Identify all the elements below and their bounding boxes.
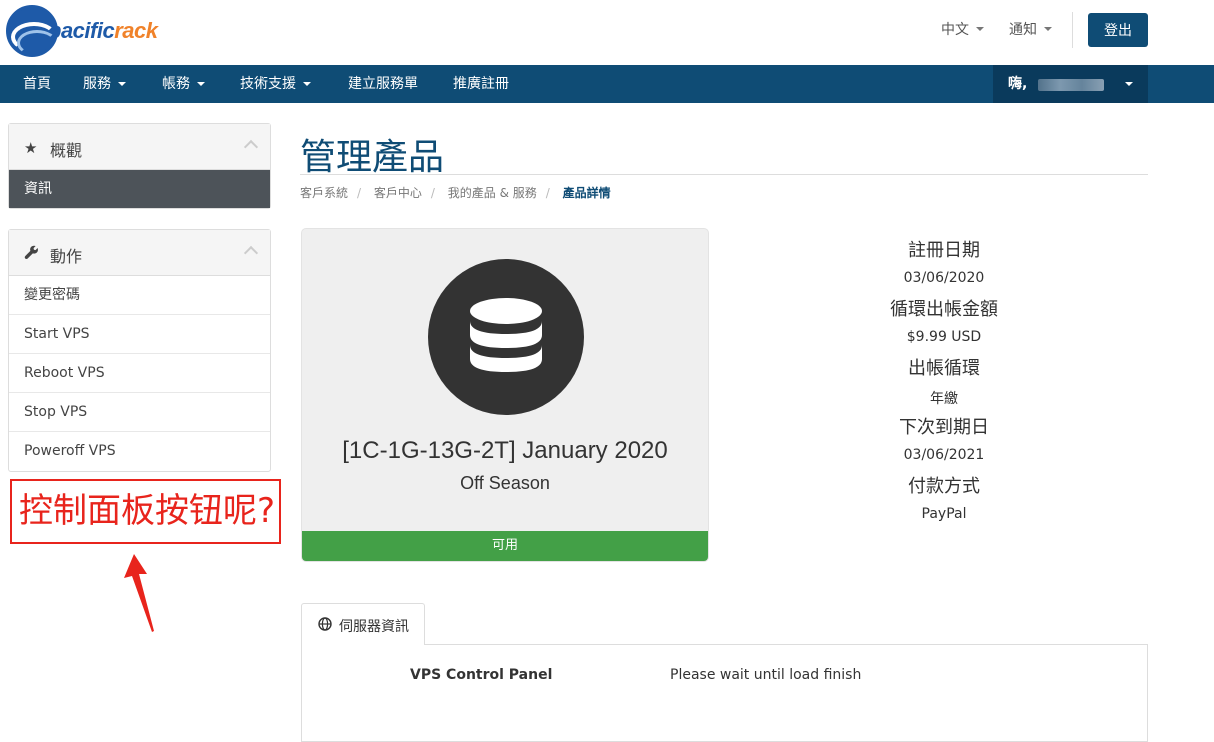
detail-billing-cycle: 出帳循環 年繳 [908, 358, 980, 407]
page-title: 管理產品 [300, 137, 445, 178]
star-icon: ★ [24, 139, 38, 157]
user-menu-dropdown[interactable]: 嗨, [993, 65, 1148, 103]
sidebar-item-poweroff-vps[interactable]: Poweroff VPS [9, 432, 270, 471]
detail-payment-method: 付款方式 PayPal [908, 476, 980, 522]
sidebar-actions-panel: 動作 變更密碼 Start VPS Reboot VPS Stop VPS Po… [8, 229, 271, 472]
main-navbar: 首頁 服務 帳務 技術支援 建立服務單 推廣註冊 嗨, [0, 65, 1214, 103]
product-subtitle: Off Season [460, 473, 550, 493]
nav-home[interactable]: 首頁 [23, 65, 51, 103]
breadcrumb-current: 產品詳情 [562, 186, 611, 200]
sidebar-overview-panel: ★ 概觀 資訊 [8, 123, 271, 209]
nav-billing[interactable]: 帳務 [162, 65, 205, 103]
overview-panel-header[interactable]: ★ 概觀 [9, 124, 270, 170]
user-greeting: 嗨, [1008, 76, 1028, 92]
caret-down-icon [197, 82, 205, 86]
detail-registration-date: 註冊日期 03/06/2020 [903, 240, 985, 286]
sidebar-item-information[interactable]: 資訊 [9, 170, 270, 208]
annotation-arrow-icon [124, 554, 154, 632]
status-badge: 可用 [302, 531, 708, 561]
tab-server-info[interactable]: 伺服器資訊 [301, 603, 425, 645]
language-dropdown[interactable]: 中文 [941, 19, 984, 39]
caret-down-icon [303, 82, 311, 86]
blurred-username [1038, 79, 1104, 91]
chevron-up-icon [243, 139, 259, 155]
breadcrumb-link[interactable]: 客戶系統 [300, 186, 348, 200]
detail-recurring-amount: 循環出帳金額 $9.99 USD [890, 299, 998, 345]
breadcrumb-link[interactable]: 客戶中心 [374, 186, 422, 200]
nav-services[interactable]: 服務 [83, 65, 126, 103]
header-divider [1072, 12, 1073, 48]
caret-down-icon [118, 82, 126, 86]
globe-icon [318, 617, 332, 635]
breadcrumb-link[interactable]: 我的產品 & 服務 [448, 186, 537, 200]
wave-logo-icon [6, 5, 58, 57]
caret-down-icon [1044, 27, 1052, 31]
product-name: [1C-1G-13G-2T] January 2020 [342, 437, 668, 464]
detail-next-due-date: 下次到期日 03/06/2021 [899, 417, 989, 463]
chevron-up-icon [243, 245, 259, 261]
server-info-pane [301, 644, 1148, 742]
pacificrack-logo[interactable]: pacificrack [6, 4, 196, 58]
wrench-icon [24, 245, 39, 264]
database-icon [428, 259, 584, 415]
control-panel-status: Please wait until load finish [670, 667, 862, 683]
control-panel-label: VPS Control Panel [410, 667, 553, 683]
logo-text: pacificrack [48, 18, 158, 43]
top-header: pacificrack 中文 通知 登出 [0, 0, 1214, 65]
notifications-dropdown[interactable]: 通知 [1009, 19, 1052, 39]
nav-open-ticket[interactable]: 建立服務單 [348, 65, 418, 103]
caret-down-icon [976, 27, 984, 31]
title-divider [300, 174, 1148, 175]
annotation-box: 控制面板按钮呢? [10, 479, 281, 544]
sidebar-item-reboot-vps[interactable]: Reboot VPS [9, 354, 270, 393]
nav-affiliates[interactable]: 推廣註冊 [453, 65, 509, 103]
actions-panel-header[interactable]: 動作 [9, 230, 270, 276]
caret-down-icon [1125, 82, 1133, 86]
sidebar-item-change-password[interactable]: 變更密碼 [9, 276, 270, 315]
nav-support[interactable]: 技術支援 [240, 65, 311, 103]
sidebar-item-start-vps[interactable]: Start VPS [9, 315, 270, 354]
sidebar-item-stop-vps[interactable]: Stop VPS [9, 393, 270, 432]
logout-button[interactable]: 登出 [1088, 13, 1148, 47]
breadcrumb: 客戶系統 / 客戶中心 / 我的產品 & 服務 / 產品詳情 [300, 186, 611, 200]
product-card: [1C-1G-13G-2T] January 2020 Off Season 可… [301, 228, 709, 562]
